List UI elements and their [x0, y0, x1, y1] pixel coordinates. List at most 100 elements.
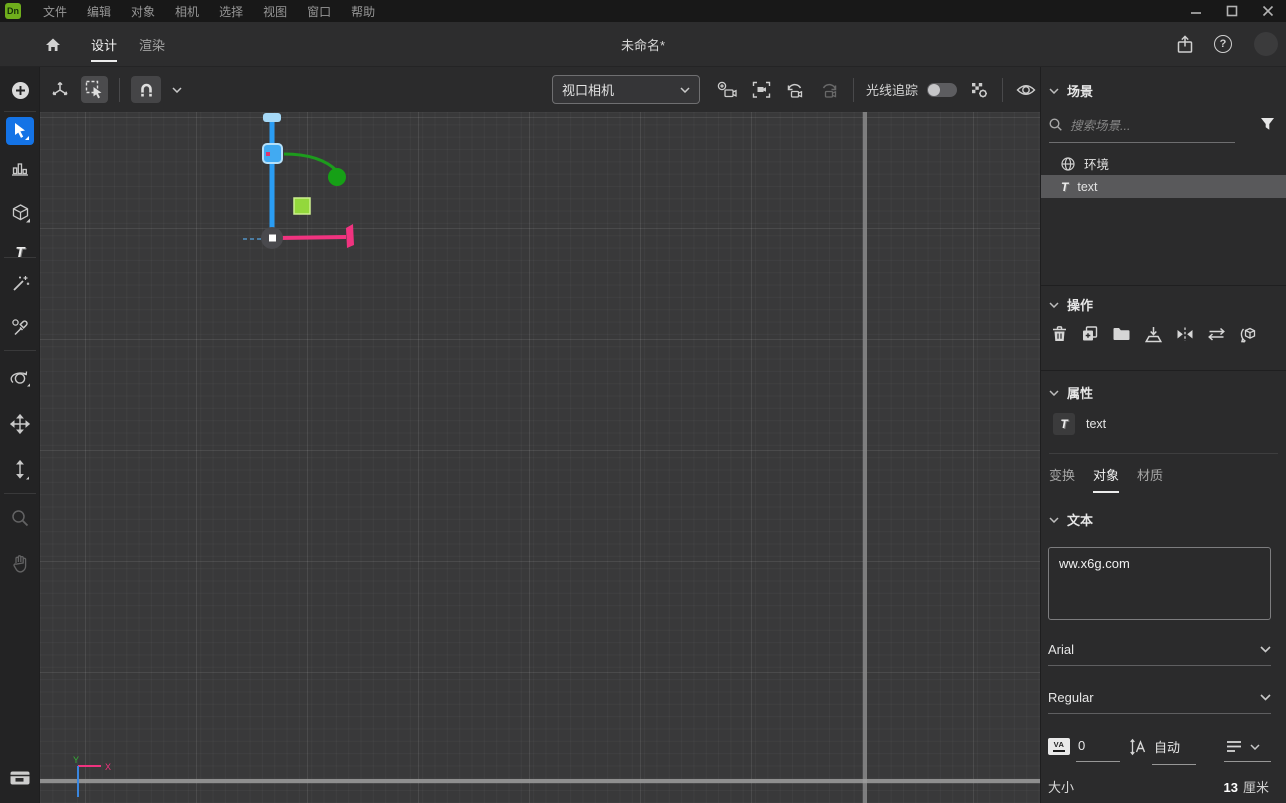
viewport-camera-dropdown[interactable]: 视口相机 — [552, 75, 700, 104]
main-area: 视口相机 光线追踪 — [0, 67, 1286, 803]
primitives-tool-button[interactable] — [0, 198, 40, 228]
trash-icon — [1051, 325, 1068, 343]
render-quality-settings-icon[interactable] — [970, 81, 989, 99]
scene-item-text[interactable]: text — [1041, 175, 1286, 198]
mirror-button[interactable] — [1176, 326, 1194, 342]
horizon-ground-button[interactable] — [0, 763, 40, 793]
font-family-dropdown[interactable]: Arial — [1048, 634, 1271, 666]
sampler-tool-button[interactable] — [0, 312, 40, 342]
move-3d-icon[interactable] — [50, 80, 70, 100]
scene-search-input[interactable]: 搜索场景... — [1049, 115, 1235, 143]
gizmo-x-axis-handle[interactable] — [280, 237, 346, 238]
gizmo-rotate-handle[interactable] — [328, 168, 346, 186]
gizmo-y-arrow-cap[interactable] — [263, 113, 281, 122]
gizmo-x-arrow-cap[interactable] — [346, 224, 354, 248]
home-button[interactable] — [44, 36, 62, 53]
menu-file[interactable]: 文件 — [33, 3, 77, 20]
snap-magnet-button[interactable] — [131, 76, 161, 103]
actions-title: 操作 — [1067, 295, 1093, 314]
raytrace-toggle[interactable] — [927, 83, 957, 97]
delete-button[interactable] — [1051, 325, 1068, 343]
menu-help[interactable]: 帮助 — [341, 3, 385, 20]
orbit-tool-button[interactable] — [0, 363, 40, 393]
alignment-dropdown[interactable] — [1224, 738, 1271, 762]
menu-edit[interactable]: 编辑 — [77, 3, 121, 20]
scene-item-environment[interactable]: 环境 — [1041, 152, 1286, 175]
redo-camera-move-button[interactable] — [819, 81, 839, 99]
size-value-group[interactable]: 13厘米 — [1224, 777, 1269, 796]
gizmo-scale-handle[interactable] — [294, 198, 310, 214]
duplicate-button[interactable] — [1081, 325, 1099, 343]
font-family-value: Arial — [1048, 642, 1074, 657]
gizmo-cube-handle[interactable] — [263, 144, 282, 163]
maximize-icon[interactable] — [1214, 0, 1250, 22]
rotate-button[interactable] — [1239, 325, 1258, 343]
app-logo: Dn — [5, 3, 21, 19]
text-3d-icon — [1060, 418, 1067, 430]
viewport-canvas[interactable]: Y X — [40, 112, 1040, 803]
tab-material[interactable]: 材质 — [1137, 465, 1163, 493]
swap-button[interactable] — [1207, 327, 1226, 341]
app-window: Dn 文件 编辑 对象 相机 选择 视图 窗口 帮助 设计 渲染 未命名 — [0, 0, 1286, 803]
transform-gizmo[interactable] — [243, 113, 354, 249]
undo-camera-move-button[interactable] — [785, 81, 805, 99]
add-camera-bookmark-button[interactable] — [717, 81, 737, 99]
magic-wand-tool-button[interactable] — [0, 268, 40, 298]
actions-section-header[interactable]: 操作 — [1049, 295, 1093, 314]
actions-button-row — [1051, 325, 1258, 343]
selected-object-row: text — [1053, 413, 1106, 435]
text-content-input[interactable]: ww.x6g.com — [1048, 547, 1271, 620]
menu-camera[interactable]: 相机 — [165, 3, 209, 20]
duplicate-icon — [1081, 325, 1099, 343]
dolly-tool-button[interactable] — [0, 455, 40, 485]
properties-section-header[interactable]: 属性 — [1049, 383, 1093, 402]
gizmo-cube-dot — [266, 152, 270, 156]
scene-section-header[interactable]: 场景 — [1049, 81, 1093, 100]
close-icon[interactable] — [1250, 0, 1286, 22]
menu-window[interactable]: 窗口 — [297, 3, 341, 20]
zoom-tool-button[interactable] — [0, 503, 40, 533]
gizmo-rotate-arc[interactable] — [284, 154, 337, 171]
group-button[interactable] — [1112, 326, 1131, 342]
app-header: 设计 渲染 未命名* — [0, 22, 1286, 67]
help-icon[interactable] — [1214, 35, 1232, 53]
pan-tool-button[interactable] — [0, 409, 40, 439]
tab-transform[interactable]: 变换 — [1049, 465, 1075, 493]
thin-divider — [1049, 453, 1278, 454]
visibility-eye-icon[interactable] — [1016, 83, 1036, 97]
filter-funnel-icon[interactable] — [1260, 117, 1275, 131]
minimize-icon[interactable] — [1178, 0, 1214, 22]
select-tool-button[interactable] — [6, 117, 34, 145]
sidebar-divider — [4, 493, 36, 494]
tab-render[interactable]: 渲染 — [128, 22, 176, 66]
snap-chevron-down-icon[interactable] — [172, 87, 182, 93]
tracking-control[interactable]: 0 — [1048, 738, 1120, 762]
add-content-button[interactable] — [0, 75, 40, 105]
leading-control[interactable]: 自动 — [1129, 737, 1196, 765]
frame-camera-button[interactable] — [751, 81, 771, 99]
tracking-value[interactable]: 0 — [1076, 738, 1120, 762]
menu-select[interactable]: 选择 — [209, 3, 253, 20]
marquee-select-button[interactable] — [81, 76, 108, 103]
chevron-down-icon — [1049, 390, 1059, 396]
toolbar-separator — [1002, 78, 1003, 102]
tracking-icon — [1048, 738, 1070, 755]
chevron-down-icon — [1250, 744, 1260, 750]
menu-view[interactable]: 视图 — [253, 3, 297, 20]
swap-arrows-icon — [1207, 327, 1226, 341]
tab-object[interactable]: 对象 — [1093, 465, 1119, 493]
toolbar-camera-group: 视口相机 光线追踪 — [552, 67, 1054, 112]
font-weight-dropdown[interactable]: Regular — [1048, 682, 1271, 714]
cursor-icon — [10, 121, 30, 141]
menu-object[interactable]: 对象 — [121, 3, 165, 20]
move-to-ground-button[interactable] — [1144, 326, 1163, 343]
tab-design[interactable]: 设计 — [80, 22, 128, 66]
leading-value[interactable]: 自动 — [1152, 737, 1196, 765]
account-avatar[interactable] — [1254, 32, 1278, 56]
share-icon[interactable] — [1176, 35, 1194, 54]
text-3d-tool-button[interactable] — [0, 237, 40, 267]
toolbar-separator — [119, 78, 120, 102]
text-section-header[interactable]: 文本 — [1049, 510, 1093, 529]
bars-tool-button[interactable] — [0, 153, 40, 183]
hand-tool-button[interactable] — [0, 548, 40, 578]
